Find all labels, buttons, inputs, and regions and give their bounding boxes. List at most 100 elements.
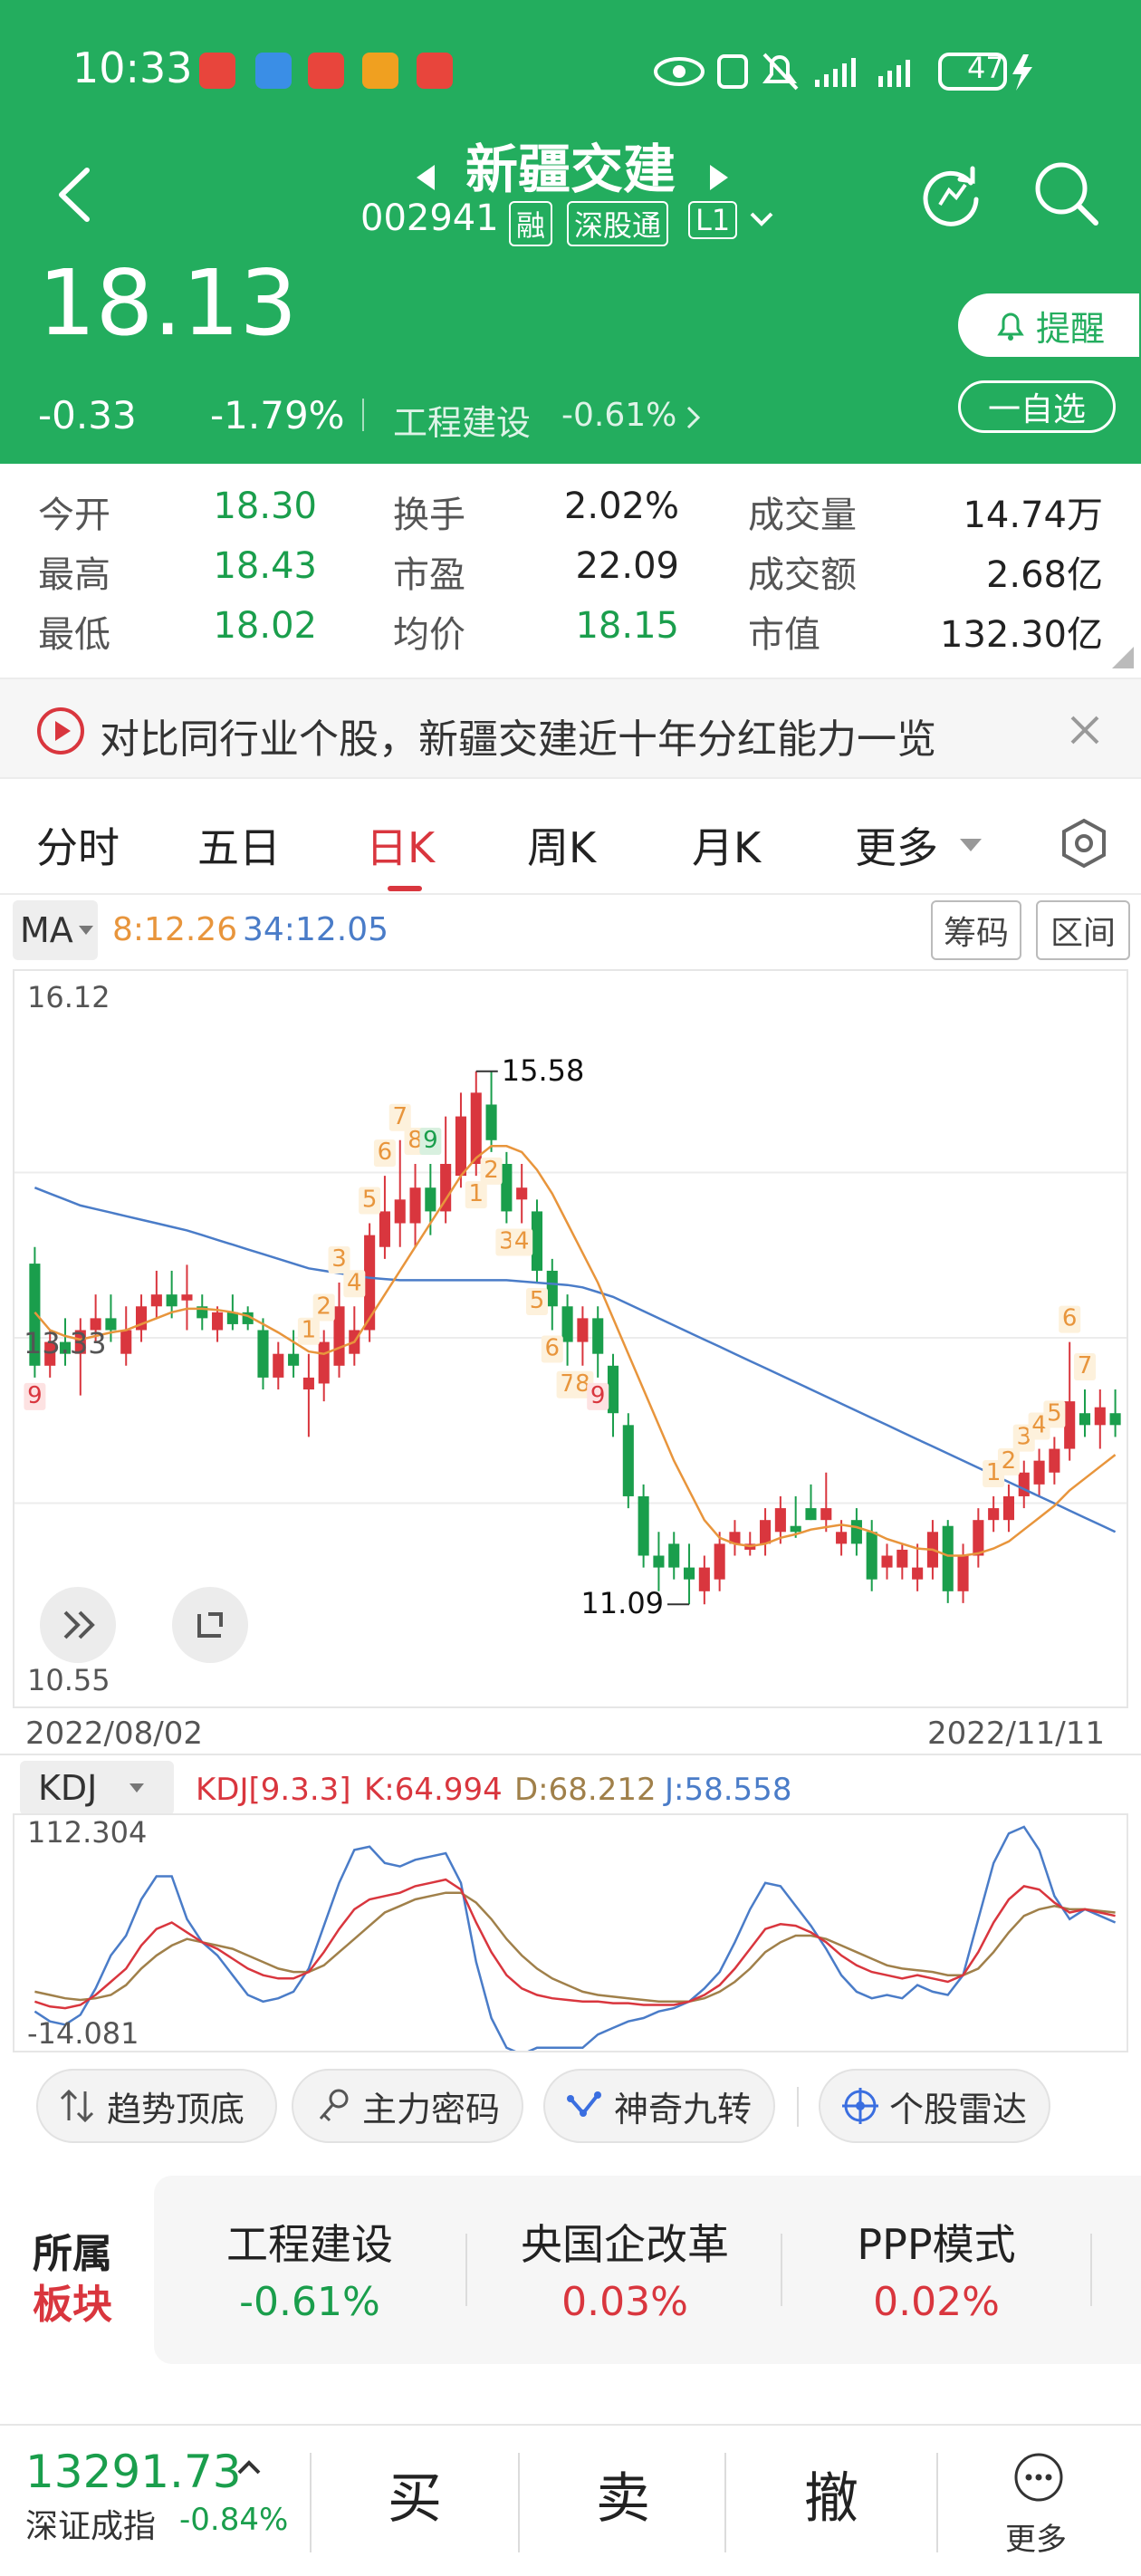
ma-selector[interactable]: MA: [13, 900, 98, 960]
sector-item-name[interactable]: 央国企改革: [489, 2212, 761, 2272]
chevron-down-icon[interactable]: [748, 210, 775, 228]
sector-item-name[interactable]: 工程建设: [174, 2212, 446, 2272]
alert-button[interactable]: 提醒: [958, 293, 1139, 357]
price-change-pct: -1.79%: [210, 393, 345, 437]
candle-body: [714, 1543, 725, 1580]
nine-turn-label: 9: [27, 1382, 43, 1409]
buy-button[interactable]: 买: [388, 2455, 442, 2533]
range-button[interactable]: 区间: [1036, 900, 1130, 960]
candle-body: [622, 1425, 634, 1496]
nine-turn-label: 6: [545, 1334, 561, 1361]
fullscreen-button[interactable]: [172, 1587, 248, 1663]
next-stock-icon[interactable]: [706, 161, 732, 194]
candle-body: [485, 1104, 497, 1140]
fast-forward-button[interactable]: [40, 1587, 116, 1663]
tool-stock-radar[interactable]: 个股雷达: [819, 2069, 1050, 2143]
more-dots-icon[interactable]: [1012, 2451, 1065, 2504]
high-price-label: 15.58: [502, 1053, 585, 1088]
candle-body: [774, 1508, 786, 1533]
ma34-value: 34:12.05: [243, 911, 388, 948]
sector-item-pct[interactable]: -0.61%: [174, 2279, 446, 2325]
tab-intraday[interactable]: 分时: [36, 815, 120, 875]
chevron-right-icon[interactable]: [685, 404, 703, 431]
tab-weekly-k[interactable]: 周K: [527, 815, 596, 875]
nine-turn-label: 1: [468, 1180, 484, 1207]
nine-turn-icon: [567, 2091, 601, 2117]
watchlist-button[interactable]: 一自选: [958, 380, 1116, 433]
kdj-y-max: 112.304: [27, 1815, 148, 1850]
candle-body: [561, 1306, 573, 1342]
candle-body: [668, 1543, 680, 1568]
chip-distribution-button[interactable]: 筹码: [931, 900, 1021, 960]
quote-label: 今开: [38, 495, 110, 536]
kdj-label: KDJ: [38, 1768, 98, 1808]
sector-item-name[interactable]: PPP模式: [801, 2212, 1072, 2272]
refresh-icon[interactable]: [920, 163, 983, 226]
candle-body: [546, 1270, 558, 1307]
more-label[interactable]: 更多: [1005, 2514, 1067, 2559]
tool-magic-nine-turn[interactable]: 神奇九转: [543, 2069, 775, 2143]
tool-label: 神奇九转: [614, 2089, 753, 2129]
price-change: -0.33: [38, 393, 137, 437]
candle-body: [1049, 1448, 1060, 1473]
index-value[interactable]: 13291.73: [25, 2446, 242, 2498]
sector-item-pct[interactable]: 0.03%: [489, 2279, 761, 2325]
back-arrow-icon[interactable]: [51, 163, 96, 226]
candle-body: [105, 1318, 117, 1331]
candle-body: [501, 1163, 513, 1212]
candle-body: [318, 1341, 330, 1384]
tool-main-force-code[interactable]: 主力密码: [292, 2069, 523, 2143]
ma8-line: [34, 1145, 1117, 1557]
cancel-order-button[interactable]: 撤: [804, 2455, 858, 2533]
candle-body: [333, 1306, 345, 1366]
tab-five-day[interactable]: 五日: [197, 815, 281, 875]
kdj-selector[interactable]: KDJ: [20, 1761, 174, 1815]
prev-stock-icon[interactable]: [413, 161, 438, 194]
kdj-k-value: K:64.994: [364, 1772, 503, 1808]
divider: [724, 2453, 726, 2552]
signal-icon: [815, 58, 910, 87]
industry-name[interactable]: 工程建设: [393, 395, 531, 445]
quote-label: 市盈: [393, 554, 465, 596]
chevron-up-icon[interactable]: [235, 2458, 263, 2476]
y-axis-max: 16.12: [27, 980, 110, 1014]
stock-name: 新疆交建: [465, 139, 676, 200]
candle-body: [896, 1549, 908, 1568]
settings-hexagon-icon[interactable]: [1058, 817, 1110, 870]
search-icon[interactable]: [1032, 159, 1101, 228]
tool-trend-top-bottom[interactable]: 趋势顶底: [36, 2069, 277, 2143]
nine-turn-label: 7: [392, 1103, 408, 1130]
kdj-chart-frame[interactable]: [13, 1813, 1128, 2056]
start-date: 2022/08/02: [25, 1716, 203, 1752]
candle-body: [866, 1532, 877, 1580]
tab-monthly-k[interactable]: 月K: [692, 815, 761, 875]
quote-value: 18.30: [213, 485, 317, 527]
kdj-d-value: D:68.212: [514, 1772, 657, 1808]
candle-body: [364, 1235, 376, 1331]
nfc-icon: [717, 54, 748, 89]
candle-body: [957, 1555, 969, 1591]
dropdown-caret-icon[interactable]: [958, 837, 983, 855]
fullscreen-icon: [197, 1612, 223, 1638]
expand-corner-icon[interactable]: [1110, 645, 1136, 670]
kdj-chart[interactable]: [14, 1815, 1127, 2056]
industry-pct[interactable]: -0.61%: [561, 397, 676, 434]
quote-value: 22.09: [575, 545, 679, 587]
sector-item-pct[interactable]: 0.02%: [801, 2279, 1072, 2325]
tab-daily-k[interactable]: 日K: [366, 815, 435, 875]
candle-body: [288, 1353, 300, 1366]
nine-turn-label: 3: [331, 1245, 347, 1273]
candle-body: [212, 1312, 224, 1331]
candle-body: [1094, 1407, 1106, 1426]
candle-body: [302, 1377, 314, 1390]
tab-more[interactable]: 更多: [855, 815, 938, 875]
quote-label: 成交额: [748, 554, 857, 596]
tool-label: 趋势顶底: [107, 2089, 245, 2129]
sell-button[interactable]: 卖: [596, 2455, 650, 2533]
status-time: 10:33: [72, 43, 193, 92]
battery-level: 47: [967, 51, 1004, 85]
close-icon[interactable]: [1069, 714, 1101, 746]
nine-turn-label: 6: [378, 1139, 393, 1166]
candle-body: [836, 1532, 848, 1544]
news-banner[interactable]: 对比同行业个股，新疆交建近十年分红能力一览: [0, 678, 1141, 779]
